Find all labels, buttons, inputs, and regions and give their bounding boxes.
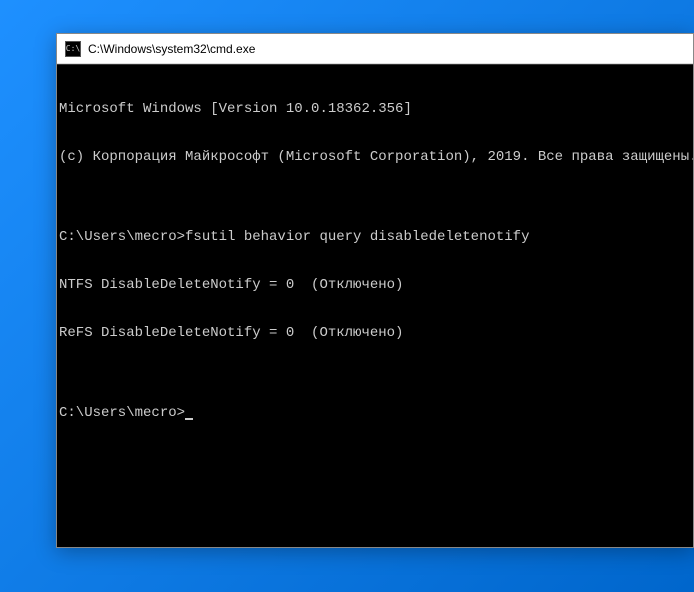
- terminal-prompt-line: C:\Users\mecro>: [59, 405, 693, 421]
- terminal-line: C:\Users\mecro>fsutil behavior query dis…: [59, 229, 693, 245]
- titlebar[interactable]: C:\ C:\Windows\system32\cmd.exe: [57, 34, 693, 64]
- window-title: C:\Windows\system32\cmd.exe: [88, 42, 255, 56]
- terminal-line: (c) Корпорация Майкрософт (Microsoft Cor…: [59, 149, 693, 165]
- cmd-icon: C:\: [65, 41, 81, 57]
- terminal-prompt: C:\Users\mecro>: [59, 405, 185, 421]
- terminal-line: ReFS DisableDeleteNotify = 0 (Отключено): [59, 325, 693, 341]
- terminal-line: Microsoft Windows [Version 10.0.18362.35…: [59, 101, 693, 117]
- terminal-output[interactable]: Microsoft Windows [Version 10.0.18362.35…: [57, 64, 693, 547]
- cursor: [185, 418, 193, 420]
- terminal-line: NTFS DisableDeleteNotify = 0 (Отключено): [59, 277, 693, 293]
- cmd-window: C:\ C:\Windows\system32\cmd.exe Microsof…: [56, 33, 694, 548]
